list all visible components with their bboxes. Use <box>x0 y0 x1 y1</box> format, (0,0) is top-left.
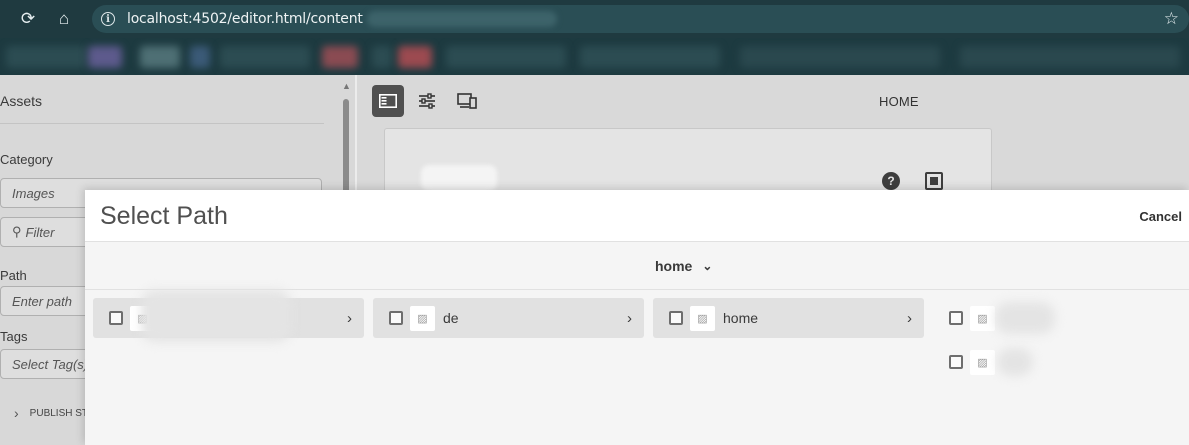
chevron-right-icon[interactable]: › <box>627 310 632 327</box>
page-thumbnail-icon: ▨ <box>690 305 715 331</box>
properties-icon[interactable] <box>411 85 443 117</box>
category-label: Category <box>0 152 53 167</box>
tags-placeholder: Select Tag(s) <box>12 356 89 372</box>
reload-icon[interactable]: ⟳ <box>14 5 42 33</box>
bookmark-item[interactable] <box>6 46 86 68</box>
column-item[interactable]: ▨ de › <box>373 298 644 338</box>
filter-placeholder: Filter <box>25 224 55 240</box>
item-label: de <box>443 310 459 326</box>
divider <box>0 123 324 124</box>
url-text: localhost:4502/editor.html/content <box>127 11 363 27</box>
publish-label: PUBLISH ST <box>29 407 89 419</box>
bookmark-item[interactable] <box>960 46 1180 68</box>
column-item[interactable]: ▨ › <box>93 290 364 342</box>
breadcrumb[interactable]: home ⌄ <box>655 258 712 274</box>
bookmark-item[interactable] <box>322 46 358 68</box>
column-item[interactable]: ▨ home › <box>653 298 924 338</box>
item-checkbox[interactable] <box>109 311 123 325</box>
browser-toolbar: ⟳ ⌂ i localhost:4502/editor.html/content… <box>0 0 1189 38</box>
address-bar[interactable]: i localhost:4502/editor.html/content ☆ <box>92 5 1189 33</box>
path-placeholder: Enter path <box>12 293 72 309</box>
bookmark-item[interactable] <box>88 46 122 68</box>
chevron-right-icon[interactable]: › <box>907 310 912 327</box>
item-label: home <box>723 310 759 326</box>
tags-label: Tags <box>0 329 28 344</box>
page-thumbnail-icon: ▨ <box>970 349 995 375</box>
bookmark-item[interactable] <box>740 46 940 68</box>
column-item[interactable]: ▨ <box>933 298 1189 338</box>
url-redacted <box>366 11 557 27</box>
bookmarks-bar <box>0 38 1189 75</box>
star-icon[interactable]: ☆ <box>1164 9 1179 29</box>
side-panel-toggle-icon[interactable] <box>372 85 404 117</box>
page-thumbnail-icon: ▨ <box>410 305 435 331</box>
chevron-right-icon: › <box>14 405 19 421</box>
publish-status-toggle[interactable]: › PUBLISH ST <box>14 405 88 421</box>
bookmark-item[interactable] <box>580 46 720 68</box>
item-checkbox[interactable] <box>949 311 963 325</box>
item-checkbox[interactable] <box>389 311 403 325</box>
scroll-up-icon[interactable]: ▲ <box>342 81 351 91</box>
bookmark-item[interactable] <box>446 46 566 68</box>
redacted-label <box>141 290 291 342</box>
item-checkbox[interactable] <box>669 311 683 325</box>
bookmark-item[interactable] <box>140 46 180 68</box>
category-value: Images <box>12 185 55 201</box>
help-icon[interactable]: ? <box>882 172 900 190</box>
chevron-right-icon[interactable]: › <box>347 310 352 327</box>
home-icon[interactable]: ⌂ <box>50 5 78 33</box>
item-checkbox[interactable] <box>949 355 963 369</box>
redacted-label <box>995 302 1055 334</box>
chevron-down-icon: ⌄ <box>702 259 713 273</box>
breadcrumb-bar: home ⌄ <box>85 243 1189 290</box>
editor-toolbar: HOME <box>357 75 1189 125</box>
page-title: HOME <box>879 94 919 109</box>
bookmark-item[interactable] <box>372 46 392 68</box>
select-path-dialog: Select Path Cancel home ⌄ ▨ › ▨ de › ▨ h… <box>85 190 1189 445</box>
dialog-header: Select Path Cancel <box>85 190 1189 242</box>
page-thumbnail-icon: ▨ <box>970 305 995 331</box>
cancel-button[interactable]: Cancel <box>1139 209 1182 224</box>
info-icon[interactable]: i <box>101 12 115 26</box>
redacted-text <box>421 165 497 191</box>
emulator-devices-icon[interactable] <box>451 85 483 117</box>
path-label: Path <box>0 268 27 283</box>
breadcrumb-label: home <box>655 258 693 274</box>
bookmark-item[interactable] <box>220 46 310 68</box>
redacted-label <box>997 348 1033 376</box>
assets-title: Assets <box>0 93 43 109</box>
column-item[interactable]: ▨ <box>933 342 1189 382</box>
bookmark-item[interactable] <box>398 46 432 68</box>
fullscreen-icon[interactable] <box>925 172 943 190</box>
dialog-title: Select Path <box>100 202 228 230</box>
search-icon: ⚲ <box>12 224 22 239</box>
bookmark-item[interactable] <box>190 46 210 68</box>
